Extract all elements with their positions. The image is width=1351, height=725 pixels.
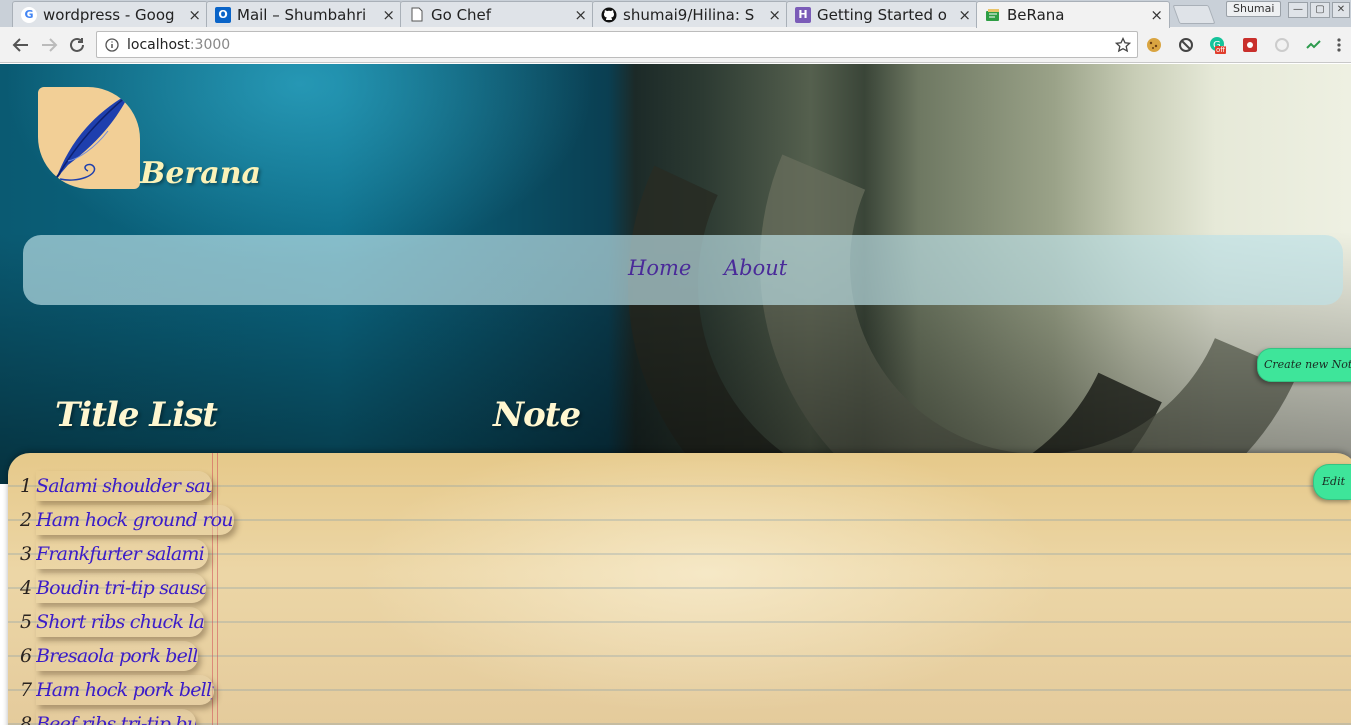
page-viewport: Berana Home About Create new Note Title … — [0, 64, 1351, 725]
feather-quill-icon — [53, 93, 130, 182]
note-title-link[interactable]: Short ribs chuck lan — [36, 607, 204, 637]
list-item-number: 6 — [20, 645, 33, 667]
trend-icon[interactable] — [1305, 36, 1323, 54]
maximize-button[interactable]: ▢ — [1310, 2, 1330, 18]
minimize-button[interactable]: — — [1288, 2, 1308, 18]
outlook-icon: O — [215, 6, 231, 23]
url-host: localhost — [127, 36, 190, 53]
tab-title: Go Chef — [431, 5, 492, 24]
close-icon[interactable]: × — [1150, 6, 1163, 24]
google-icon: G — [21, 6, 37, 23]
tab-title: BeRana — [1007, 6, 1065, 24]
list-item-number: 4 — [20, 577, 33, 599]
brand-name[interactable]: Berana — [140, 156, 261, 191]
window-close-button[interactable]: ✕ — [1332, 2, 1350, 18]
tab-title: wordpress - Goog — [43, 5, 175, 24]
note-title-link[interactable]: Salami shoulder saus — [36, 471, 212, 501]
url-port: :3000 — [189, 36, 231, 53]
browser-tab[interactable]: shumai9/Hilina: S × — [592, 1, 788, 27]
browser-tab-active[interactable]: BeRana × — [976, 1, 1170, 28]
create-note-button[interactable]: Create new Note — [1257, 348, 1351, 382]
close-icon[interactable]: × — [382, 6, 395, 24]
close-icon[interactable]: × — [574, 6, 587, 24]
block-icon[interactable] — [1177, 36, 1195, 54]
extension-off-badge: off — [1215, 46, 1227, 54]
tab-title: shumai9/Hilina: S — [623, 5, 755, 24]
list-item[interactable]: 4 Boudin tri-tip sausa — [20, 571, 206, 605]
bookmark-star-icon[interactable] — [1115, 37, 1131, 53]
list-item-number: 2 — [20, 509, 33, 531]
list-item[interactable]: 3 Frankfurter salami s — [20, 537, 208, 571]
url-text: localhost:3000 — [127, 37, 230, 53]
note-title-link[interactable]: Beef ribs tri-tip bu — [36, 709, 196, 725]
forward-button[interactable] — [37, 33, 61, 57]
address-bar[interactable]: localhost:3000 — [96, 31, 1138, 58]
new-tab-button[interactable] — [1172, 5, 1216, 24]
heroku-icon: H — [795, 6, 811, 23]
page-icon — [409, 7, 425, 23]
reload-button[interactable] — [65, 33, 89, 57]
sync-icon[interactable] — [1273, 36, 1291, 54]
browser-toolbar: localhost:3000 G off — [0, 27, 1351, 63]
browser-tab[interactable]: H Getting Started o × — [786, 1, 978, 27]
notebook-icon — [985, 7, 1001, 23]
puzzle-icon[interactable] — [1241, 36, 1259, 54]
main-navbar: Home About — [23, 235, 1343, 305]
profile-button[interactable]: Shumai — [1226, 1, 1282, 17]
back-arrow-icon — [12, 38, 28, 52]
note-heading: Note — [493, 395, 581, 435]
list-item[interactable]: 1 Salami shoulder saus — [20, 469, 212, 503]
browser-tab[interactable]: G wordpress - Goog × — [12, 1, 208, 27]
reload-icon — [70, 37, 84, 52]
github-icon — [601, 7, 617, 23]
close-icon[interactable]: × — [958, 6, 971, 24]
tab-title: Mail – Shumbahri — [237, 5, 367, 24]
note-title-link[interactable]: Ham hock ground roun — [36, 505, 234, 535]
note-title-link[interactable]: Ham hock pork belly — [36, 675, 214, 705]
title-list-heading: Title List — [55, 395, 218, 435]
list-item-number: 5 — [20, 611, 33, 633]
tab-title: Getting Started o — [817, 5, 947, 24]
close-icon[interactable]: × — [188, 6, 201, 24]
note-title-link[interactable]: Bresaola pork belly — [36, 641, 198, 671]
browser-tab[interactable]: O Mail – Shumbahri × — [206, 1, 402, 27]
logo[interactable] — [38, 87, 140, 189]
browser-tab[interactable]: Go Chef × — [400, 1, 594, 27]
list-item-number: 7 — [20, 679, 33, 701]
list-item[interactable]: 6 Bresaola pork belly — [20, 639, 198, 673]
list-item[interactable]: 2 Ham hock ground roun — [20, 503, 234, 537]
nav-link-home[interactable]: Home — [628, 256, 691, 280]
menu-icon[interactable] — [1333, 36, 1345, 54]
note-title-link[interactable]: Boudin tri-tip sausa — [36, 573, 206, 603]
nav-link-about[interactable]: About — [724, 256, 787, 280]
grammarly-icon[interactable]: G off — [1209, 36, 1227, 54]
info-icon[interactable] — [105, 37, 119, 52]
close-icon[interactable]: × — [768, 6, 781, 24]
forward-arrow-icon — [42, 38, 58, 52]
back-button[interactable] — [9, 33, 33, 57]
list-item[interactable]: 7 Ham hock pork belly — [20, 673, 214, 707]
list-item-number: 1 — [20, 475, 33, 497]
list-item[interactable]: 8 Beef ribs tri-tip bu — [20, 707, 196, 725]
list-item-number: 8 — [20, 713, 33, 725]
list-item[interactable]: 5 Short ribs chuck lan — [20, 605, 204, 639]
cookie-icon[interactable] — [1145, 36, 1163, 54]
edit-button[interactable]: Edit — [1313, 464, 1351, 500]
browser-tab-strip: G wordpress - Goog × O Mail – Shumbahri … — [0, 0, 1351, 28]
list-item-number: 3 — [20, 543, 33, 565]
note-title-link[interactable]: Frankfurter salami s — [36, 539, 208, 569]
